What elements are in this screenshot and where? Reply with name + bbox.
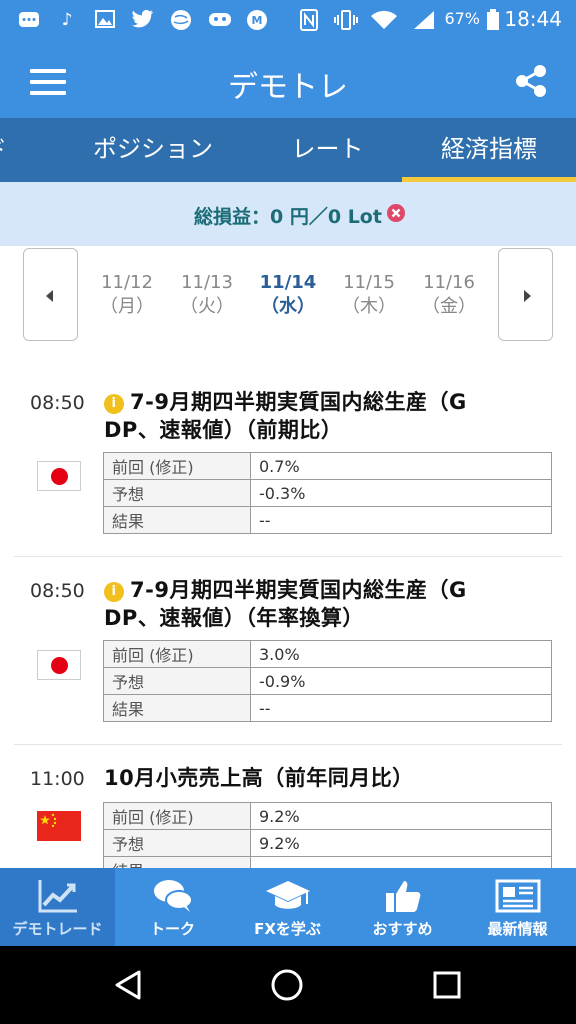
nav-recommended[interactable]: おすすめ: [345, 868, 460, 946]
next-date-button[interactable]: [498, 248, 553, 341]
page-title: デモトレ: [228, 70, 348, 105]
tab-economic-indicators[interactable]: 経済指標: [402, 118, 576, 182]
image-icon: [94, 9, 116, 31]
event-title: i 7-9月期四半期実質国内総生産（G DP、速報値）（年率換算）: [104, 578, 467, 630]
chevron-right-icon: [524, 290, 531, 302]
china-flag-icon: [37, 811, 81, 841]
date-label: 11/13: [181, 272, 233, 293]
table-row: 結果 --: [103, 506, 552, 534]
vibrate-icon: [334, 9, 358, 31]
weekday-label: （木）: [342, 296, 396, 317]
date-label: 11/16: [423, 272, 475, 293]
date-label: 11/12: [101, 272, 153, 293]
share-icon[interactable]: [514, 64, 548, 98]
m-app-icon: M: [246, 9, 268, 31]
tab-rate[interactable]: レート: [250, 118, 405, 182]
tiktok-icon: ♪: [61, 10, 73, 30]
event-data-table: 前回 (修正) 0.7% 予想 -0.3% 結果 --: [103, 452, 552, 534]
table-row: 予想 -0.9%: [103, 667, 552, 695]
svg-text:M: M: [252, 14, 263, 27]
nav-label: デモトレード: [12, 920, 103, 938]
weekday-label: （火）: [180, 296, 234, 317]
game-controller-icon: [208, 9, 231, 31]
battery-icon: [482, 9, 504, 31]
nav-label: トーク: [149, 920, 195, 938]
event-time: 08:50: [30, 392, 85, 414]
table-row: 前回 (修正) 3.0%: [103, 640, 552, 668]
date-item[interactable]: 11/13 （火）: [169, 271, 245, 319]
date-item[interactable]: 11/15 （木）: [331, 271, 407, 319]
status-bar: ♪ M 67% 18:44: [0, 0, 576, 40]
home-icon[interactable]: [270, 968, 304, 1002]
nav-label: 最新情報: [487, 920, 548, 938]
graduation-cap-icon: [266, 881, 310, 909]
table-row: 予想 -0.3%: [103, 479, 552, 507]
nav-demo-trade[interactable]: デモトレード: [0, 868, 115, 946]
total-profit-bar: 総損益：0 円／0 Lot: [0, 182, 576, 246]
total-profit-text: 総損益：0 円／0 Lot: [194, 206, 382, 228]
weekday-label: （月）: [100, 296, 154, 317]
japan-flag-icon: [37, 461, 81, 491]
cell-signal-icon: [412, 9, 434, 31]
nav-latest-news[interactable]: 最新情報: [460, 868, 575, 946]
nav-label: FXを学ぶ: [254, 920, 321, 938]
nav-learn-fx[interactable]: FXを学ぶ: [230, 868, 345, 946]
bottom-navigation: デモトレード トーク FXを学ぶ おすすめ 最新情報: [0, 868, 576, 946]
event-time: 11:00: [30, 768, 85, 790]
status-time: 18:44: [504, 7, 562, 31]
tab-bar: ド ポジション レート 経済指標: [0, 118, 576, 182]
event-title: 10月小売売上高（前年同月比）: [104, 766, 414, 790]
message-icon: [18, 9, 40, 31]
table-row: 前回 (修正) 9.2%: [103, 802, 552, 830]
table-row: 結果 --: [103, 694, 552, 722]
app-bar: デモトレ: [0, 40, 576, 118]
divider: [14, 744, 562, 745]
tab-trade[interactable]: ド: [0, 118, 20, 182]
event-title: i 7-9月期四半期実質国内総生産（G DP、速報値）（前期比）: [104, 390, 467, 442]
date-label: 11/14: [259, 272, 317, 293]
system-navigation-bar: [0, 946, 576, 1024]
chat-bubbles-icon: [154, 880, 193, 912]
info-icon: i: [104, 582, 124, 602]
japan-flag-icon: [37, 650, 81, 680]
event-time: 08:50: [30, 580, 85, 602]
battery-percent: 67%: [444, 9, 480, 28]
info-icon: i: [104, 394, 124, 414]
table-row: 前回 (修正) 0.7%: [103, 452, 552, 480]
nav-label: おすすめ: [372, 920, 433, 938]
nfc-icon: [298, 9, 320, 31]
close-circle-icon[interactable]: [386, 203, 406, 223]
globe-icon: [170, 9, 192, 31]
date-label: 11/15: [343, 272, 395, 293]
prev-date-button[interactable]: [23, 248, 78, 341]
chevron-left-icon: [46, 290, 53, 302]
wifi-icon: [370, 9, 397, 31]
recent-apps-icon[interactable]: [432, 970, 462, 1000]
back-icon[interactable]: [112, 968, 146, 1002]
date-item-selected[interactable]: 11/14 （水）: [250, 271, 326, 319]
thumbs-up-icon: [386, 881, 421, 912]
weekday-label: （金）: [422, 296, 476, 317]
date-item[interactable]: 11/12 （月）: [89, 271, 165, 319]
divider: [14, 556, 562, 557]
chart-line-icon: [38, 880, 77, 913]
tab-position[interactable]: ポジション: [68, 118, 238, 182]
nav-talk[interactable]: トーク: [115, 868, 230, 946]
table-row: 予想 9.2%: [103, 829, 552, 857]
newspaper-icon: [495, 879, 541, 913]
date-item[interactable]: 11/16 （金）: [411, 271, 487, 319]
weekday-label: （水）: [261, 296, 315, 317]
event-data-table: 前回 (修正) 3.0% 予想 -0.9% 結果 --: [103, 640, 552, 722]
twitter-icon: [132, 9, 154, 31]
